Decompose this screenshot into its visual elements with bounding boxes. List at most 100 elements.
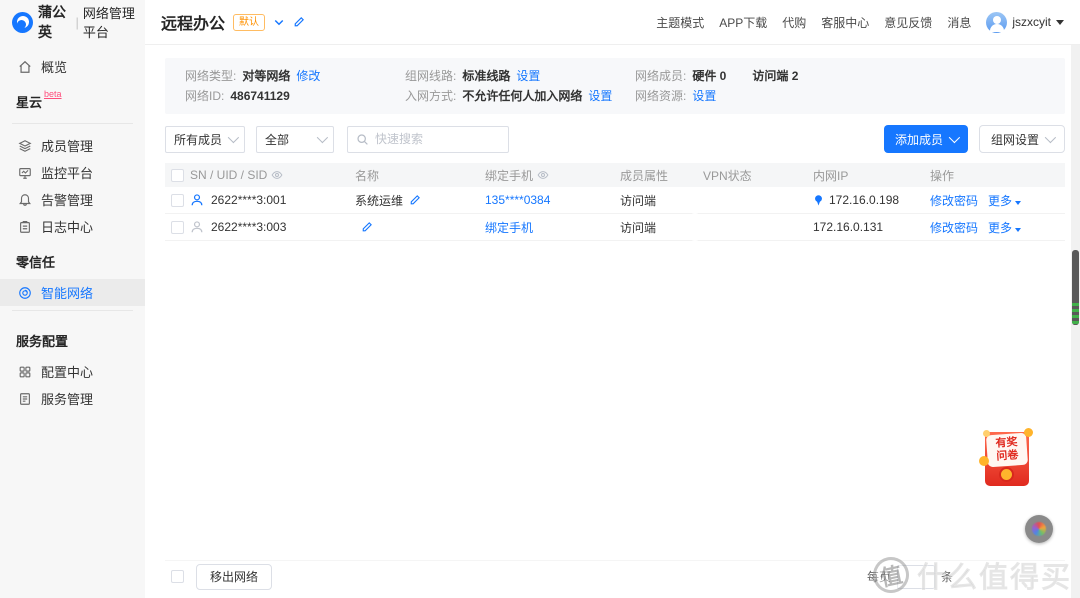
join-mode-settings-link[interactable]: 设置	[588, 88, 612, 104]
gold-coin-icon	[999, 467, 1014, 482]
menu-purchase[interactable]: 代购	[782, 14, 806, 31]
top-header: 蒲公英 | 网络管理平台 远程办公 默认 主题模式 APP下载 代购 客服中心 …	[0, 0, 1080, 45]
page-title: 远程办公	[161, 10, 225, 34]
default-badge: 默认	[233, 14, 265, 31]
quick-search-input[interactable]	[375, 132, 495, 146]
network-type-modify-link[interactable]: 修改	[296, 68, 320, 84]
pin-icon	[813, 194, 824, 206]
eye-icon[interactable]	[271, 169, 283, 181]
more-actions-link[interactable]: 更多	[988, 192, 1021, 209]
per-page-unit: 条	[941, 568, 953, 585]
network-id-label: 网络ID:	[185, 88, 224, 104]
dandelion-logo-icon	[12, 12, 33, 33]
menu-app-download[interactable]: APP下载	[719, 14, 767, 31]
chevron-down-icon	[317, 132, 328, 143]
change-password-link[interactable]: 修改密码	[930, 192, 978, 209]
line-settings-link[interactable]: 设置	[516, 68, 540, 84]
smart-network-icon	[18, 286, 32, 300]
select-all-checkbox[interactable]	[171, 169, 184, 182]
gold-coin-icon	[1024, 428, 1033, 437]
eye-icon[interactable]	[537, 169, 549, 181]
chevron-down-icon	[228, 132, 239, 143]
app-root: 蒲公英 | 网络管理平台 远程办公 默认 主题模式 APP下载 代购 客服中心 …	[0, 0, 1080, 598]
row-checkbox[interactable]	[171, 194, 184, 207]
layers-icon	[18, 139, 32, 153]
colorful-logo-icon	[1032, 522, 1046, 536]
menu-service-center[interactable]: 客服中心	[821, 14, 869, 31]
menu-feedback[interactable]: 意见反馈	[884, 14, 932, 31]
per-page-select[interactable]	[897, 565, 935, 589]
bind-phone-link[interactable]: 绑定手机	[485, 219, 620, 236]
sidebar: 概览 星云 beta 成员管理 监控平台 告警管理 日志中心 零信任 智能网络	[0, 45, 145, 598]
sidebar-item-service-management[interactable]: 服务管理	[0, 385, 145, 412]
change-password-link[interactable]: 修改密码	[930, 219, 978, 236]
sidebar-item-log-center[interactable]: 日志中心	[0, 213, 145, 240]
member-sn: 2622****3:003	[211, 220, 286, 234]
menu-messages[interactable]: 消息	[947, 14, 971, 31]
network-settings-button[interactable]: 组网设置	[979, 125, 1065, 153]
sidebar-item-label: 智能网络	[41, 283, 93, 302]
brand-logo: 蒲公英 | 网络管理平台	[0, 0, 145, 45]
col-vpn-label: VPN状态	[703, 167, 752, 184]
sidebar-item-label: 日志中心	[41, 217, 93, 236]
sidebar-item-config-center[interactable]: 配置中心	[0, 358, 145, 385]
chevron-down-icon	[1045, 132, 1056, 143]
gold-coin-icon	[983, 430, 990, 437]
resources-settings-link[interactable]: 设置	[692, 88, 716, 104]
more-actions-link[interactable]: 更多	[988, 219, 1021, 236]
row-checkbox[interactable]	[171, 221, 184, 234]
feedback-widget-button[interactable]	[1025, 515, 1053, 543]
col-sn-label: SN / UID / SID	[190, 168, 267, 182]
sidebar-item-member-management[interactable]: 成员管理	[0, 132, 145, 159]
resources-label: 网络资源:	[635, 88, 686, 104]
network-type-value: 对等网络	[242, 68, 290, 84]
sidebar-item-monitor-platform[interactable]: 监控平台	[0, 159, 145, 186]
scrollbar-thumb[interactable]	[1072, 250, 1079, 325]
edit-name-pencil-icon[interactable]	[409, 194, 421, 206]
edit-network-name-pencil-icon[interactable]	[293, 16, 305, 28]
col-op-label: 操作	[930, 167, 954, 184]
remove-from-network-button[interactable]: 移出网络	[196, 564, 272, 590]
user-icon	[190, 193, 204, 207]
sidebar-section-zero-trust: 零信任	[0, 240, 145, 279]
sidebar-item-smart-network[interactable]: 智能网络	[0, 279, 145, 306]
clipboard-icon	[18, 220, 32, 234]
col-ip-label: 内网IP	[813, 167, 848, 184]
member-name: 系统运维	[355, 192, 403, 209]
line-value: 标准线路	[462, 68, 510, 84]
network-switch-chevron-down-icon[interactable]	[273, 16, 285, 28]
user-icon	[190, 220, 204, 234]
footer-select-all-checkbox[interactable]	[171, 570, 184, 583]
top-menu: 主题模式 APP下载 代购 客服中心 意见反馈 消息 jszxcyit	[656, 12, 1080, 33]
sidebar-item-alert-management[interactable]: 告警管理	[0, 186, 145, 213]
member-phone[interactable]: 135****0384	[485, 193, 620, 207]
edit-name-pencil-icon[interactable]	[361, 221, 373, 233]
username: jszxcyit	[1012, 15, 1051, 29]
sidebar-item-overview[interactable]: 概览	[0, 53, 145, 80]
col-name-label: 名称	[355, 167, 379, 184]
survey-badge-text: 有奖问卷	[993, 436, 1021, 464]
sidebar-divider	[12, 123, 133, 124]
network-type-label: 网络类型:	[185, 68, 236, 84]
add-member-button[interactable]: 添加成员	[884, 125, 968, 153]
col-attr-label: 成员属性	[620, 167, 668, 184]
sidebar-item-label: 概览	[41, 57, 67, 76]
vertical-scrollbar	[1071, 45, 1080, 598]
col-phone-label: 绑定手机	[485, 167, 533, 184]
type-filter-select[interactable]: 全部	[256, 126, 334, 153]
menu-theme-mode[interactable]: 主题模式	[656, 14, 704, 31]
grid-icon	[18, 365, 32, 379]
pagination: 每页 条	[867, 565, 953, 589]
gold-coin-icon	[979, 456, 989, 466]
user-account-menu[interactable]: jszxcyit	[986, 12, 1064, 33]
bell-icon	[18, 193, 32, 207]
reward-survey-badge[interactable]: 有奖问卷	[985, 432, 1029, 486]
brand-product: 网络管理平台	[83, 3, 145, 41]
member-filter-select[interactable]: 所有成员	[165, 126, 245, 153]
sidebar-item-label: 配置中心	[41, 362, 93, 381]
brand-separator: |	[75, 15, 78, 30]
sidebar-item-label: 告警管理	[41, 190, 93, 209]
table-footer: 移出网络 每页 条	[165, 560, 1065, 592]
members-table-header: SN / UID / SID 名称 绑定手机 成员属性 VPN状态 内网IP 操…	[165, 163, 1065, 187]
sidebar-section-xingyun: 星云 beta	[0, 80, 145, 119]
